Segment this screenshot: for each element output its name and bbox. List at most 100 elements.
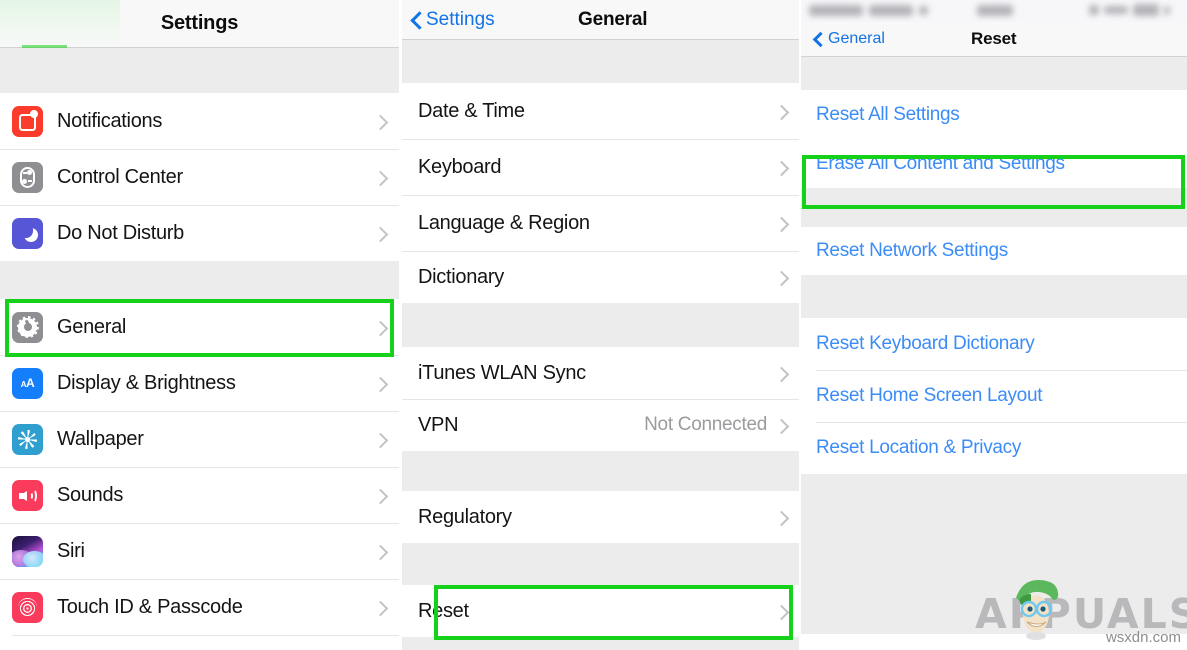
chevron-right-icon — [374, 377, 387, 390]
settings-panel: Settings Notifications Control Center Do… — [0, 0, 399, 650]
back-button-label: Settings — [426, 8, 495, 30]
row-label: Reset Location & Privacy — [816, 437, 1022, 458]
sidebar-item-control-center[interactable]: Control Center — [0, 149, 399, 205]
page-title: Reset — [971, 29, 1017, 48]
row-label: Sounds — [57, 483, 124, 506]
row-reset-network-settings[interactable]: Reset Network Settings — [801, 227, 1187, 275]
row-regulatory[interactable]: Regulatory — [402, 491, 799, 543]
chevron-right-icon — [775, 419, 788, 432]
status-battery-pct-blur — [1104, 6, 1128, 14]
sidebar-item-notifications[interactable]: Notifications — [0, 93, 399, 149]
row-label: Reset Network Settings — [816, 240, 1008, 261]
group-gap — [402, 637, 799, 650]
row-erase-all-content-and-settings[interactable]: Erase All Content and Settings — [801, 139, 1187, 188]
chevron-right-icon — [775, 161, 788, 174]
row-label: Notifications — [57, 109, 163, 132]
row-reset-keyboard-dictionary[interactable]: Reset Keyboard Dictionary — [801, 318, 1187, 370]
screenshot-stage: Settings Notifications Control Center Do… — [0, 0, 1187, 650]
chevron-right-icon — [775, 605, 788, 618]
row-label: iTunes WLAN Sync — [418, 361, 586, 384]
row-reset[interactable]: Reset — [402, 585, 799, 637]
row-language-region[interactable]: Language & Region — [402, 195, 799, 251]
sidebar-item-wallpaper[interactable]: Wallpaper — [0, 411, 399, 467]
row-label: Reset Home Screen Layout — [816, 385, 1043, 406]
row-label: Do Not Disturb — [57, 221, 184, 244]
sidebar-item-do-not-disturb[interactable]: Do Not Disturb — [0, 205, 399, 261]
row-label: Erase All Content and Settings — [816, 152, 1065, 174]
row-separator — [0, 205, 399, 206]
status-bar — [801, 0, 1187, 22]
settings-green-tint — [0, 0, 120, 48]
row-dictionary[interactable]: Dictionary — [402, 251, 799, 303]
sounds-icon — [12, 479, 43, 511]
back-button-label: General — [828, 30, 885, 47]
chevron-right-icon — [775, 105, 788, 118]
row-separator — [0, 467, 399, 468]
general-gear-icon — [12, 311, 43, 343]
back-button-general[interactable]: General — [801, 30, 885, 48]
chevron-right-icon — [374, 489, 387, 502]
chevron-left-icon — [813, 30, 824, 48]
row-reset-location-privacy[interactable]: Reset Location & Privacy — [801, 422, 1187, 474]
sidebar-item-siri[interactable]: Siri — [0, 523, 399, 579]
status-bt-blur — [1089, 5, 1099, 15]
chevron-right-icon — [775, 367, 788, 380]
group-gap — [402, 451, 799, 491]
settings-group-1: Notifications Control Center Do Not Dist… — [0, 93, 399, 261]
general-panel: Settings General Date & Time Keyboard La… — [402, 0, 799, 650]
sidebar-item-display-brightness[interactable]: AA Display & Brightness — [0, 355, 399, 411]
row-separator — [0, 149, 399, 150]
group-gap — [801, 474, 1187, 634]
row-separator — [402, 139, 799, 140]
chevron-right-icon — [775, 217, 788, 230]
chevron-right-icon — [775, 511, 788, 524]
row-separator — [0, 411, 399, 412]
row-vpn[interactable]: VPN Not Connected — [402, 399, 799, 451]
general-navbar: Settings General — [402, 0, 799, 40]
group-gap — [801, 57, 1187, 90]
settings-prev-highlight-edge — [22, 45, 67, 48]
display-brightness-icon: AA — [12, 367, 43, 399]
row-label: Dictionary — [418, 265, 504, 288]
row-separator — [0, 523, 399, 524]
status-clock-blur — [977, 5, 1013, 16]
chevron-right-icon — [374, 433, 387, 446]
row-separator — [816, 370, 1187, 371]
group-gap — [0, 261, 399, 299]
general-group-1: Date & Time Keyboard Language & Region D… — [402, 83, 799, 303]
sidebar-item-touch-id-passcode[interactable]: Touch ID & Passcode — [0, 579, 399, 635]
status-edge-blur — [1164, 6, 1170, 15]
row-separator — [402, 195, 799, 196]
row-label: Wallpaper — [57, 427, 144, 450]
row-value-vpn-status: Not Connected — [644, 414, 767, 435]
reset-panel: General Reset Reset All Settings Erase A… — [801, 0, 1187, 650]
row-label: Date & Time — [418, 99, 525, 122]
control-center-icon — [12, 161, 43, 193]
group-gap — [402, 303, 799, 347]
chevron-right-icon — [374, 321, 387, 334]
sidebar-item-general[interactable]: General — [0, 299, 399, 355]
row-label: Reset All Settings — [816, 103, 960, 125]
row-itunes-wlan-sync[interactable]: iTunes WLAN Sync — [402, 347, 799, 399]
back-button-settings[interactable]: Settings — [402, 9, 495, 31]
siri-icon — [12, 535, 43, 567]
row-date-time[interactable]: Date & Time — [402, 83, 799, 139]
row-keyboard[interactable]: Keyboard — [402, 139, 799, 195]
row-label: Siri — [57, 539, 85, 562]
row-label: Display & Brightness — [57, 371, 236, 394]
notifications-icon — [12, 105, 43, 137]
status-wifi-blur — [869, 5, 913, 16]
do-not-disturb-icon — [12, 217, 43, 249]
row-separator — [402, 399, 799, 400]
row-reset-all-settings[interactable]: Reset All Settings — [801, 90, 1187, 139]
row-label: Touch ID & Passcode — [57, 595, 243, 618]
settings-group-2: General AA Display & Brightness Wallpape… — [0, 299, 399, 636]
row-separator — [0, 355, 399, 356]
row-label: General — [57, 315, 127, 338]
group-gap — [402, 40, 799, 83]
sidebar-item-sounds[interactable]: Sounds — [0, 467, 399, 523]
chevron-right-icon — [374, 171, 387, 184]
row-label: Language & Region — [418, 211, 590, 234]
row-reset-home-screen-layout[interactable]: Reset Home Screen Layout — [801, 370, 1187, 422]
row-label: Regulatory — [418, 505, 512, 528]
